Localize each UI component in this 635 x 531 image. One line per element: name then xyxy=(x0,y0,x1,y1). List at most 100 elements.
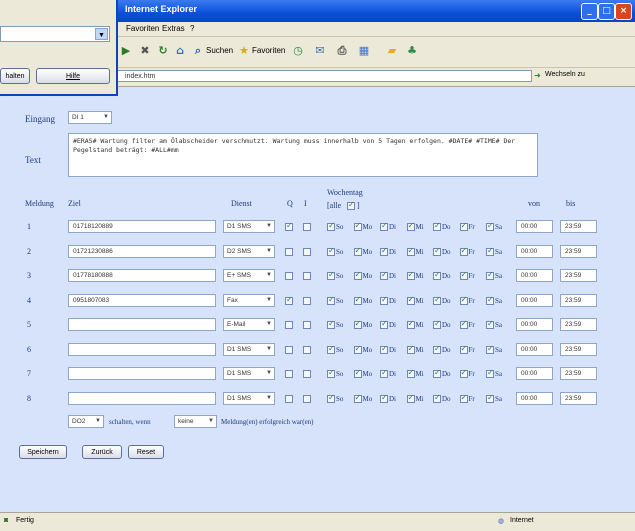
i-checkbox[interactable] xyxy=(303,247,311,256)
dialog-select[interactable]: ▼ xyxy=(0,26,110,42)
dialog-halten-button[interactable]: halten xyxy=(0,68,30,84)
day-checkbox-mo[interactable] xyxy=(353,221,362,231)
day-checkbox-fr[interactable] xyxy=(459,295,468,305)
day-checkbox-sa[interactable] xyxy=(486,295,494,305)
day-checkbox-so[interactable] xyxy=(327,270,335,280)
day-checkbox-di[interactable] xyxy=(380,319,388,329)
home-icon[interactable]: ⌂ xyxy=(172,43,188,59)
i-checkbox[interactable] xyxy=(303,394,311,403)
day-checkbox-mo[interactable] xyxy=(353,270,362,280)
day-checkbox-mo[interactable] xyxy=(353,246,362,256)
search-label[interactable]: Suchen xyxy=(206,46,233,55)
day-checkbox-do[interactable] xyxy=(433,319,441,329)
day-checkbox-mo[interactable] xyxy=(353,344,362,354)
von-input[interactable]: 00:00 xyxy=(516,318,553,331)
i-checkbox[interactable] xyxy=(303,321,311,329)
day-checkbox-sa[interactable] xyxy=(486,319,494,329)
von-input[interactable]: 00:00 xyxy=(516,391,553,405)
menu-help[interactable]: ? xyxy=(190,24,194,33)
forward-icon[interactable]: ▶ xyxy=(118,43,134,59)
day-checkbox-so[interactable] xyxy=(327,246,335,256)
day-checkbox-so[interactable] xyxy=(327,344,335,354)
help-button[interactable]: Hilfe xyxy=(36,68,110,84)
day-checkbox-di[interactable] xyxy=(380,368,388,378)
day-checkbox-mi[interactable] xyxy=(406,295,415,305)
go-label[interactable]: Wechseln zu xyxy=(545,71,585,78)
day-checkbox-do[interactable] xyxy=(433,270,441,280)
favorites-label[interactable]: Favoriten xyxy=(252,46,285,55)
day-checkbox-sa[interactable] xyxy=(486,246,494,256)
ziel-input[interactable] xyxy=(68,318,216,331)
mail-icon[interactable]: ✉ xyxy=(312,43,328,59)
dienst-select[interactable]: D1 SMS ▼ xyxy=(223,220,275,233)
day-checkbox-mi[interactable] xyxy=(406,270,415,280)
search-icon[interactable]: ⌕ xyxy=(190,43,206,59)
ziel-input[interactable]: 01778180888 xyxy=(68,269,216,282)
day-checkbox-fr[interactable] xyxy=(459,270,468,280)
ziel-input[interactable] xyxy=(68,367,216,380)
day-checkbox-di[interactable] xyxy=(380,221,388,231)
von-input[interactable]: 00:00 xyxy=(516,220,553,233)
close-button[interactable]: × xyxy=(615,3,632,20)
alle-checkbox[interactable] xyxy=(347,200,355,210)
day-checkbox-fr[interactable] xyxy=(459,319,468,329)
day-checkbox-mo[interactable] xyxy=(353,393,362,403)
day-checkbox-fr[interactable] xyxy=(459,344,468,354)
dienst-select[interactable]: D1 SMS ▼ xyxy=(223,391,275,405)
day-checkbox-do[interactable] xyxy=(433,368,441,378)
von-input[interactable]: 00:00 xyxy=(516,244,553,258)
q-checkbox[interactable] xyxy=(285,295,293,305)
dienst-select[interactable]: E+ SMS ▼ xyxy=(223,269,275,282)
day-checkbox-mo[interactable] xyxy=(353,368,362,378)
i-checkbox[interactable] xyxy=(303,223,311,231)
day-checkbox-do[interactable] xyxy=(433,393,441,403)
i-checkbox[interactable] xyxy=(303,296,311,305)
day-checkbox-fr[interactable] xyxy=(459,246,468,256)
menu-extras[interactable]: Extras xyxy=(162,24,185,33)
day-checkbox-so[interactable] xyxy=(327,393,335,403)
i-checkbox[interactable] xyxy=(303,345,311,354)
eingang-select[interactable]: DI 1 ▼ xyxy=(68,111,112,124)
day-checkbox-mi[interactable] xyxy=(406,246,415,256)
q-checkbox[interactable] xyxy=(285,321,293,329)
q-checkbox[interactable] xyxy=(285,394,293,403)
day-checkbox-mo[interactable] xyxy=(353,319,362,329)
day-checkbox-sa[interactable] xyxy=(486,221,494,231)
day-checkbox-sa[interactable] xyxy=(486,344,494,354)
day-checkbox-di[interactable] xyxy=(380,393,388,403)
message-textarea[interactable]: #ERAS# Wartung filter am Ölabscheider ve… xyxy=(68,133,538,177)
i-checkbox[interactable] xyxy=(303,272,311,280)
day-checkbox-fr[interactable] xyxy=(459,393,468,403)
dienst-select[interactable]: D1 SMS ▼ xyxy=(223,367,275,380)
q-checkbox[interactable] xyxy=(285,370,293,378)
bis-input[interactable]: 23:59 xyxy=(560,391,597,405)
maximize-button[interactable]: □ xyxy=(598,3,615,20)
address-input[interactable]: index.htm xyxy=(100,70,532,82)
day-checkbox-sa[interactable] xyxy=(486,368,494,378)
day-checkbox-fr[interactable] xyxy=(459,368,468,378)
ziel-input[interactable] xyxy=(68,342,216,356)
save-button[interactable]: Speichern xyxy=(19,445,67,459)
day-checkbox-mi[interactable] xyxy=(406,319,415,329)
ziel-input[interactable] xyxy=(68,391,216,405)
favorites-icon[interactable]: ★ xyxy=(236,43,252,59)
bis-input[interactable]: 23:59 xyxy=(560,367,597,380)
day-checkbox-di[interactable] xyxy=(380,295,388,305)
day-checkbox-mi[interactable] xyxy=(406,368,415,378)
q-checkbox[interactable] xyxy=(285,247,293,256)
refresh-icon[interactable]: ↻ xyxy=(155,43,171,59)
von-input[interactable]: 00:00 xyxy=(516,269,553,282)
q-checkbox[interactable] xyxy=(285,272,293,280)
day-checkbox-di[interactable] xyxy=(380,246,388,256)
messenger-icon[interactable]: ♣ xyxy=(404,43,420,59)
day-checkbox-mi[interactable] xyxy=(406,344,415,354)
bis-input[interactable]: 23:59 xyxy=(560,220,597,233)
day-checkbox-so[interactable] xyxy=(327,221,335,231)
day-checkbox-mi[interactable] xyxy=(406,221,415,231)
dienst-select[interactable]: D1 SMS ▼ xyxy=(223,342,275,356)
dienst-select[interactable]: D2 SMS ▼ xyxy=(223,244,275,258)
day-checkbox-do[interactable] xyxy=(433,295,441,305)
ziel-input[interactable]: 01721230886 xyxy=(68,244,216,258)
day-checkbox-so[interactable] xyxy=(327,368,335,378)
bis-input[interactable]: 23:59 xyxy=(560,318,597,331)
